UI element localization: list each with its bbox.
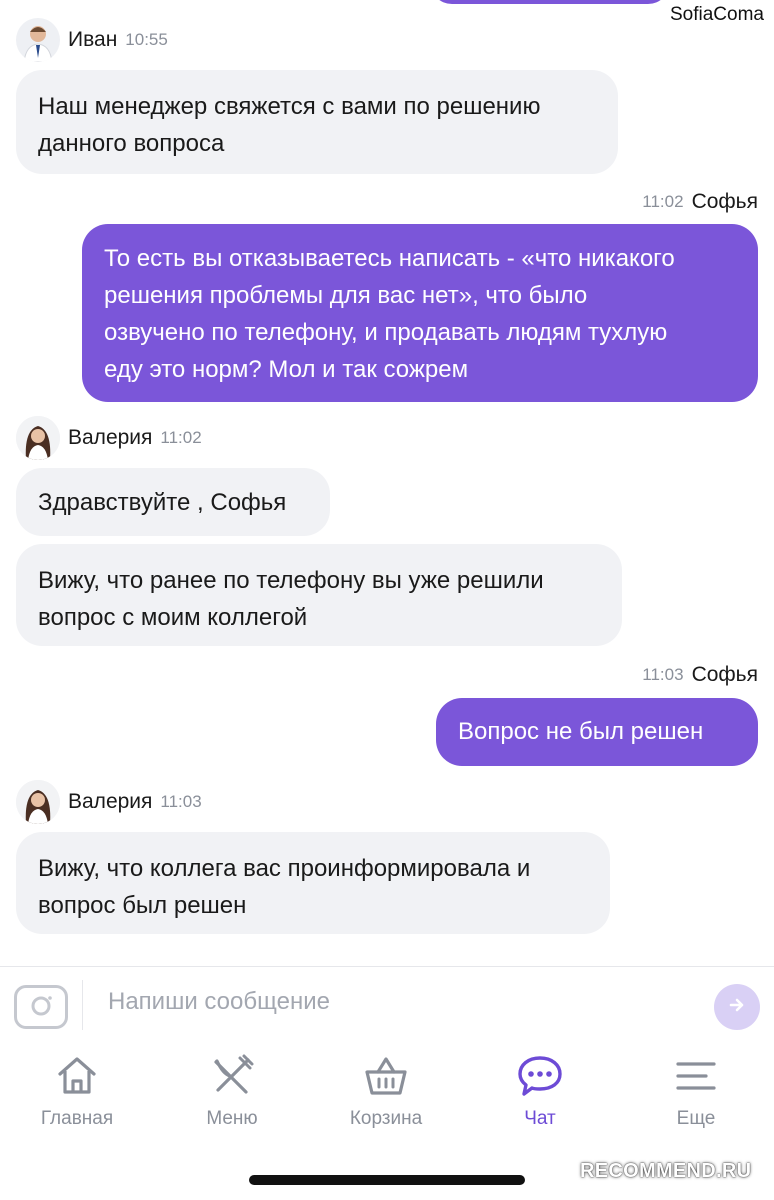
basket-icon <box>360 1050 412 1102</box>
message-header: Иван 10:55 <box>16 18 168 62</box>
message-line: Вопрос не был решен <box>458 718 704 745</box>
username-tag: SofiaComa <box>666 2 768 28</box>
nav-item-home[interactable]: Главная <box>17 1050 137 1130</box>
message-line: Наш менеджер свяжется с вами по решению <box>38 93 541 120</box>
avatar <box>16 780 60 824</box>
sender-name: Иван <box>68 28 118 51</box>
sender-name: Валерия <box>68 790 153 813</box>
message-line: решения проблемы для вас нет», что было <box>104 282 588 309</box>
message-time: 11:02 <box>160 428 202 447</box>
nav-label: Еще <box>676 1108 716 1129</box>
nav-item-chat[interactable]: Чат <box>480 1050 600 1130</box>
message-line: Вижу, что ранее по телефону вы уже решил… <box>38 567 544 594</box>
message-line: озвучено по телефону, и продавать людям … <box>104 319 668 346</box>
incoming-message-bubble[interactable]: Наш менеджер свяжется с вами по решению … <box>16 70 618 174</box>
camera-button[interactable] <box>14 985 68 1029</box>
message-line: Здравствуйте , Софья <box>38 489 287 516</box>
sender-name: Валерия <box>68 426 153 449</box>
avatar <box>16 416 60 460</box>
composer-separator <box>82 980 83 1030</box>
home-indicator[interactable] <box>249 1175 525 1185</box>
message-header: Валерия 11:02 <box>16 416 202 460</box>
send-button[interactable] <box>714 984 760 1030</box>
message-time: 10:55 <box>125 30 168 49</box>
menu-lines-icon <box>670 1050 722 1102</box>
camera-icon <box>26 992 56 1023</box>
message-time: 11:03 <box>642 665 684 684</box>
chat-bubble-icon <box>514 1050 566 1102</box>
message-header: 11:02 Софья <box>642 190 758 214</box>
nav-label: Меню <box>206 1108 258 1129</box>
message-line: вопрос с моим коллегой <box>38 604 308 631</box>
incoming-message-bubble[interactable]: Здравствуйте , Софья <box>16 468 330 536</box>
message-input[interactable] <box>108 984 688 1020</box>
sender-name: Софья <box>691 663 758 686</box>
outgoing-message-bubble[interactable]: То есть вы отказываетесь написать - «что… <box>82 224 758 402</box>
previous-outgoing-bubble-edge <box>430 0 670 4</box>
composer-divider-line <box>0 966 774 967</box>
nav-label: Главная <box>40 1108 114 1129</box>
message-header: 11:03 Софья <box>642 663 758 687</box>
message-line: Вижу, что коллега вас проинформировала и <box>38 855 531 882</box>
message-line: вопрос был решен <box>38 892 247 919</box>
nav-label: Чат <box>524 1108 556 1129</box>
bottom-navigation: Главная Меню Корзина Чат Еще <box>0 1050 774 1140</box>
message-line: еду это норм? Мол и так сожрем <box>104 356 469 383</box>
message-time: 11:02 <box>642 192 684 211</box>
home-icon <box>51 1050 103 1102</box>
avatar <box>16 18 60 62</box>
fork-knife-icon <box>206 1050 258 1102</box>
incoming-message-bubble[interactable]: Вижу, что коллега вас проинформировала и… <box>16 832 610 934</box>
arrow-right-icon <box>727 995 747 1020</box>
outgoing-message-bubble[interactable]: Вопрос не был решен <box>436 698 758 766</box>
nav-item-menu[interactable]: Меню <box>172 1050 292 1130</box>
message-line: данного вопроса <box>38 130 225 157</box>
nav-label: Корзина <box>349 1108 423 1129</box>
message-header: Валерия 11:03 <box>16 780 202 824</box>
watermark: RECOMMEND.RU <box>580 1160 752 1182</box>
message-time: 11:03 <box>160 792 202 811</box>
nav-item-more[interactable]: Еще <box>636 1050 756 1130</box>
nav-item-basket[interactable]: Корзина <box>326 1050 446 1130</box>
message-line: То есть вы отказываетесь написать - «что… <box>104 245 675 272</box>
incoming-message-bubble[interactable]: Вижу, что ранее по телефону вы уже решил… <box>16 544 622 646</box>
sender-name: Софья <box>691 190 758 213</box>
